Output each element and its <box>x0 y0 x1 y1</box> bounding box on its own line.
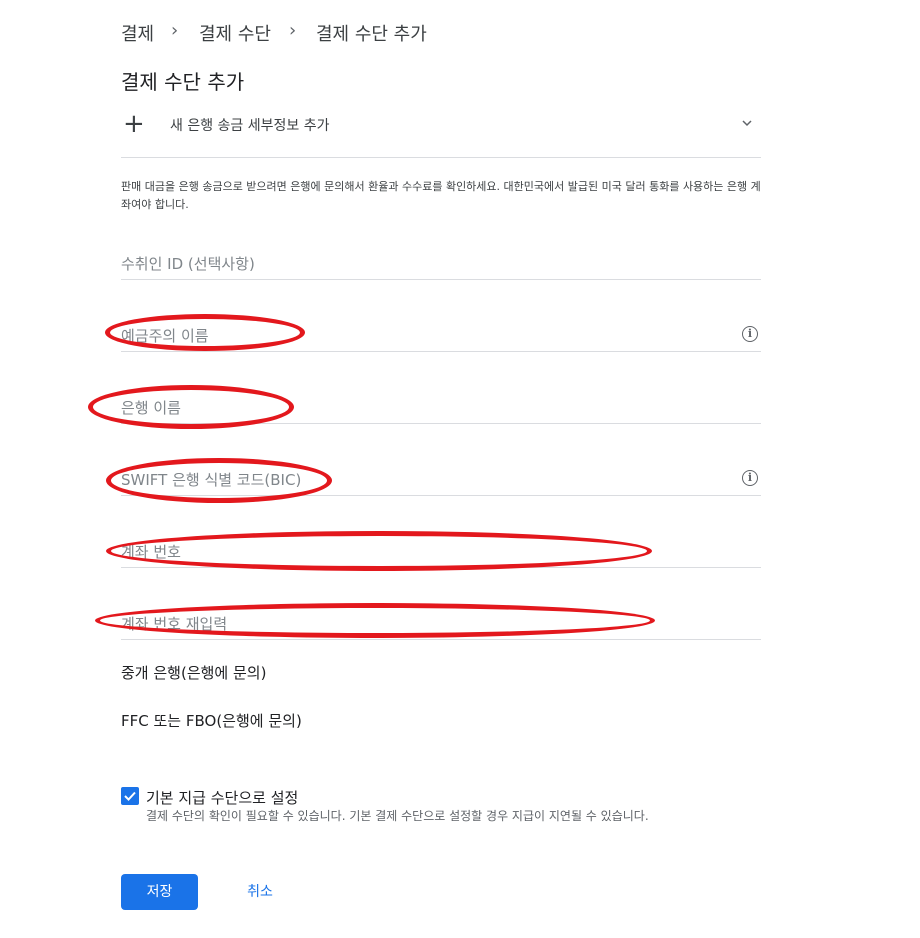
default-payment-checkbox[interactable] <box>121 787 139 805</box>
ffc-fbo-toggle[interactable]: FFC 또는 FBO(은행에 문의) <box>121 710 302 731</box>
chevron-right-icon: › <box>171 20 179 41</box>
cancel-button[interactable]: 취소 <box>232 874 288 910</box>
checkmark-icon <box>124 791 136 801</box>
payee-id-placeholder: 수취인 ID (선택사항) <box>121 255 255 273</box>
info-icon[interactable]: i <box>742 470 758 486</box>
annotation-oval <box>106 458 332 503</box>
info-icon[interactable]: i <box>742 326 758 342</box>
annotation-oval <box>105 314 305 351</box>
chevron-down-icon[interactable] <box>742 118 752 128</box>
plus-icon: + <box>123 109 145 139</box>
bank-transfer-note: 판매 대금을 은행 송금으로 받으려면 은행에 문의해서 환율과 수수료를 확인… <box>121 180 761 211</box>
add-bank-transfer-label: 새 은행 송금 세부정보 추가 <box>170 118 330 134</box>
intermediary-bank-toggle[interactable]: 중개 은행(은행에 문의) <box>121 662 266 683</box>
annotation-oval <box>95 603 655 638</box>
save-button[interactable]: 저장 <box>121 874 198 910</box>
annotation-oval <box>106 531 652 571</box>
default-payment-label: 기본 지급 수단으로 설정 <box>146 789 299 807</box>
breadcrumb-item-payments[interactable]: 결제 <box>121 20 154 46</box>
chevron-right-icon: › <box>289 20 297 41</box>
page-title: 결제 수단 추가 <box>121 70 245 94</box>
default-payment-help: 결제 수단의 확인이 필요할 수 있습니다. 기본 결제 수단으로 설정할 경우… <box>146 809 649 823</box>
section-divider <box>121 157 761 158</box>
annotation-oval <box>88 385 294 429</box>
breadcrumb-item-add-payment-method: 결제 수단 추가 <box>316 24 427 45</box>
breadcrumb-item-payment-methods[interactable]: 결제 수단 <box>199 20 271 46</box>
